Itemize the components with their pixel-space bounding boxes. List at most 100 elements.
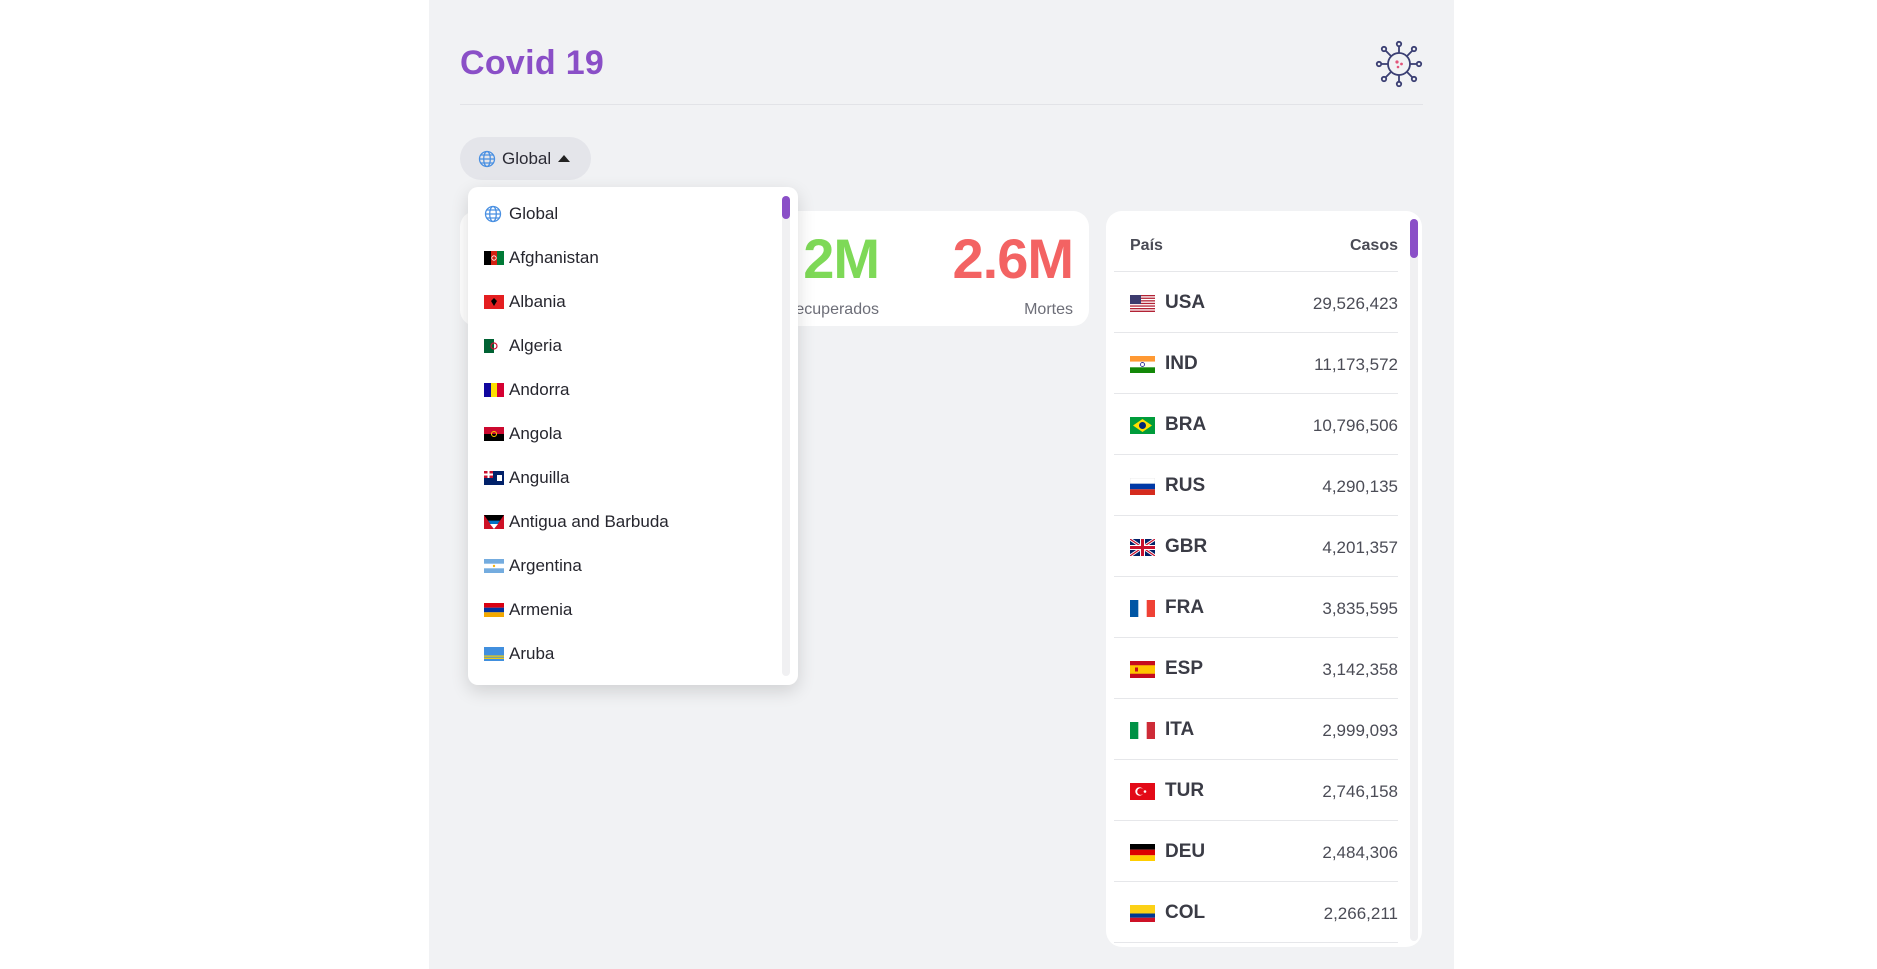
- dropdown-item-algeria[interactable]: Algeria: [484, 324, 562, 368]
- flag-bra-icon: [1130, 417, 1155, 434]
- stat-recovered: 2M ecuperados: [795, 227, 880, 319]
- flag-col-icon: [1130, 905, 1155, 922]
- flag-armenia-icon: [484, 603, 504, 617]
- flag-gbr-icon: [1130, 539, 1155, 556]
- flag-argentina-icon: [484, 559, 504, 573]
- flag-rus-icon: [1130, 478, 1155, 495]
- case-count: 2,746,158: [1322, 782, 1398, 801]
- country-code: ESP: [1165, 658, 1204, 679]
- country-code: BRA: [1165, 414, 1207, 435]
- dropdown-item-armenia[interactable]: Armenia: [484, 588, 572, 632]
- table-row[interactable]: GBR 4,201,357: [1114, 516, 1398, 577]
- table-row[interactable]: FRA 3,835,595: [1114, 577, 1398, 638]
- table-header: País Casos: [1114, 211, 1398, 272]
- case-count: 2,484,306: [1322, 843, 1398, 862]
- dropdown-item-label: Aruba: [509, 644, 555, 663]
- country-code: RUS: [1165, 475, 1206, 496]
- table-scrollbar-thumb[interactable]: [1410, 219, 1418, 258]
- dropdown-item-anguilla[interactable]: Anguilla: [484, 456, 570, 500]
- case-count: 4,201,357: [1322, 538, 1398, 557]
- dropdown-item-label: Argentina: [509, 556, 582, 575]
- dropdown-item-afghanistan[interactable]: Afghanistan: [484, 236, 599, 280]
- column-header-cases: Casos: [1349, 237, 1398, 254]
- dropdown-item-label: Albania: [509, 292, 566, 311]
- flag-fra-icon: [1130, 600, 1155, 617]
- country-code: USA: [1165, 292, 1206, 313]
- table-row[interactable]: ESP 3,142,358: [1114, 638, 1398, 699]
- country-cases-table: País Casos USA 29,526,423 IND 11,173,572…: [1106, 211, 1422, 947]
- stat-deaths: 2.6M Mortes: [953, 231, 1074, 319]
- flag-algeria-icon: [484, 339, 504, 353]
- case-count: 4,290,135: [1322, 477, 1398, 496]
- flag-antigua-icon: [484, 515, 504, 529]
- dropdown-item-angola[interactable]: Angola: [484, 412, 562, 456]
- region-selector-button[interactable]: Global: [460, 137, 591, 180]
- case-count: 11,173,572: [1314, 355, 1398, 374]
- country-code: TUR: [1165, 780, 1205, 801]
- flag-ita-icon: [1130, 722, 1155, 739]
- flag-ind-icon: [1130, 356, 1155, 373]
- case-count: 10,796,506: [1312, 416, 1398, 435]
- dropdown-item-label: Andorra: [509, 380, 570, 399]
- table-row[interactable]: COL 2,266,211: [1114, 882, 1398, 943]
- caret-up-icon: [558, 155, 571, 162]
- dropdown-item-label: Global: [509, 204, 559, 223]
- table-row[interactable]: ITA 2,999,093: [1114, 699, 1398, 760]
- country-code: COL: [1165, 902, 1206, 923]
- deaths-value: 2.6M: [952, 227, 1074, 290]
- table-row[interactable]: TUR 2,746,158: [1114, 760, 1398, 821]
- dropdown-item-label: Anguilla: [509, 468, 570, 487]
- country-code: GBR: [1165, 536, 1208, 557]
- table-row[interactable]: BRA 10,796,506: [1114, 394, 1398, 455]
- flag-deu-icon: [1130, 844, 1155, 861]
- case-count: 2,999,093: [1322, 721, 1398, 740]
- flag-afghanistan-icon: [484, 251, 504, 265]
- table-row[interactable]: DEU 2,484,306: [1114, 821, 1398, 882]
- flag-tur-icon: [1130, 783, 1155, 800]
- table-row[interactable]: RUS 4,290,135: [1114, 455, 1398, 516]
- flag-esp-icon: [1130, 661, 1155, 678]
- dropdown-item-label: Armenia: [509, 600, 573, 619]
- table-row[interactable]: IND 11,173,572: [1114, 333, 1398, 394]
- dropdown-item-andorra[interactable]: Andorra: [484, 368, 569, 412]
- flag-anguilla-icon: [484, 471, 504, 485]
- flag-angola-icon: [484, 427, 504, 441]
- dropdown-item-aruba[interactable]: Aruba: [484, 632, 554, 676]
- deaths-label: Mortes: [1024, 301, 1073, 318]
- country-code: IND: [1165, 353, 1198, 374]
- app-container: Covid 19 Global 2M ecuperados 2.6M Morte…: [429, 0, 1454, 969]
- dropdown-item-argentina[interactable]: Argentina: [484, 544, 582, 588]
- header: Covid 19: [460, 0, 1423, 105]
- dropdown-item-label: Antigua and Barbuda: [509, 512, 669, 531]
- table-row[interactable]: USA 29,526,423: [1114, 272, 1398, 333]
- country-code: ITA: [1165, 719, 1195, 740]
- recovered-value: 2M: [803, 227, 880, 290]
- dropdown-scrollbar-thumb[interactable]: [782, 196, 790, 219]
- globe-icon: [484, 205, 502, 223]
- dropdown-item-label: Algeria: [509, 336, 562, 355]
- flag-usa-icon: [1130, 295, 1155, 312]
- dropdown-item-albania[interactable]: Albania: [484, 280, 566, 324]
- dropdown-item-label: Angola: [509, 424, 562, 443]
- dropdown-scrollbar[interactable]: [782, 196, 790, 676]
- region-dropdown-menu[interactable]: Global Afghanistan Albania Algeria Andor…: [468, 187, 798, 685]
- region-selector-label: Global: [502, 148, 552, 168]
- table-scrollbar[interactable]: [1410, 219, 1418, 941]
- flag-albania-icon: [484, 295, 504, 309]
- case-count: 2,266,211: [1323, 904, 1398, 923]
- dropdown-item-antigua-and-barbuda[interactable]: Antigua and Barbuda: [484, 500, 669, 544]
- country-code: DEU: [1165, 841, 1206, 862]
- dropdown-item-global[interactable]: Global: [484, 192, 558, 236]
- dropdown-item-label: Afghanistan: [509, 248, 599, 267]
- page-title: Covid 19: [460, 44, 605, 82]
- virus-icon: [1375, 40, 1423, 88]
- case-count: 29,526,423: [1312, 294, 1398, 313]
- country-code: FRA: [1165, 597, 1205, 618]
- flag-aruba-icon: [484, 647, 504, 661]
- case-count: 3,142,358: [1322, 660, 1398, 679]
- recovered-label: ecuperados: [795, 301, 879, 318]
- globe-icon: [478, 150, 496, 167]
- case-count: 3,835,595: [1322, 599, 1398, 618]
- flag-andorra-icon: [484, 383, 504, 397]
- column-header-country: País: [1130, 237, 1163, 254]
